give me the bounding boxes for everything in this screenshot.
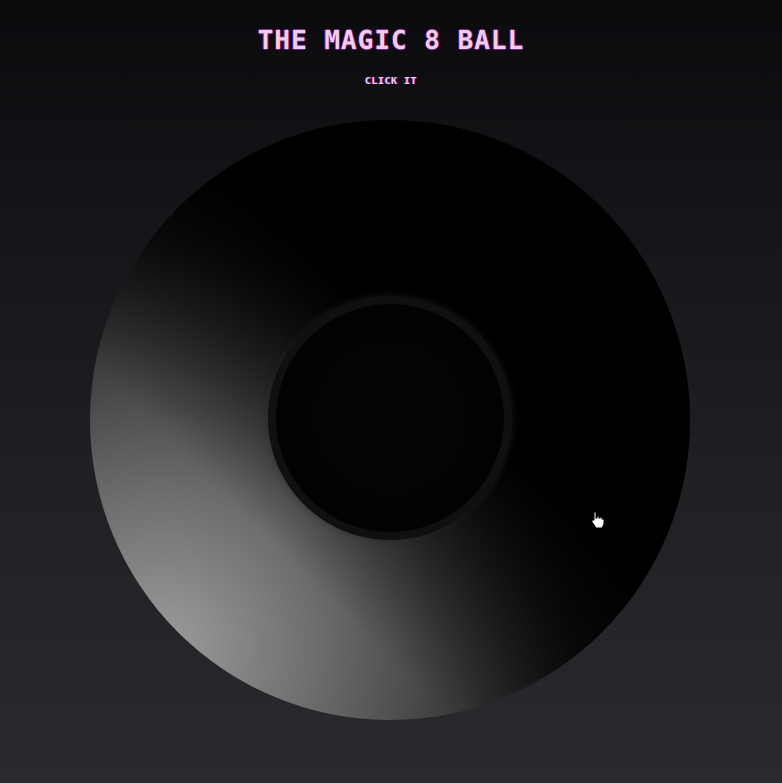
page-title: THE MAGIC 8 BALL xyxy=(257,26,525,56)
magic-8-ball[interactable] xyxy=(90,120,690,720)
answer-window xyxy=(276,304,504,532)
answer-window-ring xyxy=(268,296,512,540)
click-it-prompt[interactable]: CLICK IT xyxy=(0,76,782,87)
hand-pointer-icon xyxy=(591,511,605,529)
